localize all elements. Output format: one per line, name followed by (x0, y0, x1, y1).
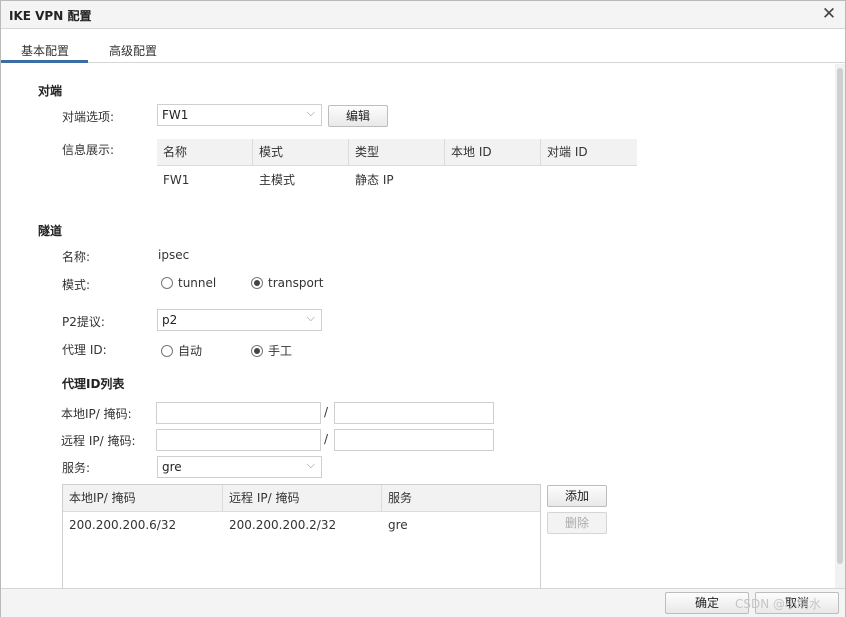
mode-tunnel-radio[interactable]: tunnel (161, 276, 216, 290)
tunnel-section-title: 隧道 (38, 224, 63, 238)
proxy-list-title: 代理ID列表 (62, 377, 125, 391)
tunnel-name-label: 名称: (62, 250, 91, 264)
peer-section-title: 对端 (38, 84, 63, 98)
column-header: 服务 (388, 491, 413, 505)
radio-checked-icon (251, 344, 263, 357)
column-header: 对端 ID (547, 145, 588, 159)
local-separator: / (324, 405, 329, 419)
peer-name-cell: FW1 (163, 173, 190, 187)
peer-mode-cell: 主模式 (259, 173, 296, 187)
local-ip-mask-label: 本地IP/ 掩码: (61, 407, 132, 421)
peer-remote-id-cell (541, 169, 637, 191)
dialog-footer: 确定 取消 CSDN @小萌水 (1, 588, 845, 617)
column-header: 类型 (349, 139, 445, 166)
column-header: 远程 IP/ 掩码 (223, 485, 382, 512)
active-tab-indicator (1, 60, 88, 63)
ok-button[interactable]: 确定 (665, 592, 749, 614)
peer-info-header: 名称 模式 类型 本地 ID 对端 ID (157, 139, 637, 166)
dialog-title: IKE VPN 配置 (9, 9, 92, 23)
mode-transport-radio[interactable]: transport (251, 276, 323, 290)
add-proxy-button[interactable]: 添加 (547, 485, 607, 507)
peer-option-label: 对端选项: (62, 110, 115, 124)
content-area: 对端 对端选项: FW1 ⌵ 编辑 信息展示: 名称 模式 类型 本地 ID 对… (1, 64, 835, 588)
mode-tunnel-label: tunnel (178, 276, 217, 290)
tab-bar: 基本配置 高级配置 (1, 29, 845, 63)
close-icon[interactable]: ✕ (821, 5, 837, 23)
column-header: 模式 (253, 139, 349, 166)
title-bar: IKE VPN 配置 ✕ (1, 1, 845, 29)
chevron-down-icon: ⌵ (306, 311, 315, 324)
peer-type-cell: 静态 IP (355, 173, 394, 187)
tunnel-mode-label: 模式: (62, 278, 91, 292)
row-service-cell: gre (388, 518, 408, 532)
info-display-label: 信息展示: (62, 143, 115, 157)
remote-ip-input[interactable] (156, 429, 321, 451)
column-header: 本地 ID (445, 139, 541, 166)
chevron-down-icon: ⌵ (306, 106, 315, 119)
local-mask-input[interactable] (334, 402, 494, 424)
p2-proposal-label: P2提议: (62, 315, 105, 329)
mode-transport-label: transport (268, 276, 324, 290)
proxy-id-table: 本地IP/ 掩码 远程 IP/ 掩码 服务 200.200.200.6/32 2… (62, 484, 541, 588)
proxy-id-auto-radio[interactable]: 自动 (161, 342, 202, 359)
scrollbar-thumb[interactable] (837, 68, 843, 564)
service-select[interactable]: gre ⌵ (157, 456, 322, 478)
remote-separator: / (324, 432, 329, 446)
proxy-id-manual-radio[interactable]: 手工 (251, 342, 292, 359)
peer-option-value: FW1 (162, 108, 189, 122)
edit-peer-button[interactable]: 编辑 (328, 105, 388, 127)
cancel-button[interactable]: 取消 (755, 592, 839, 614)
proxy-id-auto-label: 自动 (178, 344, 203, 358)
column-header: 本地IP/ 掩码 (63, 485, 223, 512)
remote-mask-input[interactable] (334, 429, 494, 451)
proxy-id-manual-label: 手工 (268, 344, 293, 358)
radio-unchecked-icon (161, 344, 173, 357)
ike-vpn-dialog: IKE VPN 配置 ✕ 基本配置 高级配置 对端 对端选项: FW1 ⌵ 编辑… (0, 0, 846, 617)
radio-checked-icon (251, 277, 263, 289)
local-ip-input[interactable] (156, 402, 321, 424)
p2-proposal-select[interactable]: p2 ⌵ (157, 309, 322, 331)
radio-unchecked-icon (161, 277, 173, 289)
proxy-id-label: 代理 ID: (62, 343, 107, 357)
tab-advanced-config[interactable]: 高级配置 (109, 42, 157, 59)
peer-local-id-cell (445, 169, 541, 191)
tunnel-name-value: ipsec (158, 248, 190, 262)
p2-proposal-value: p2 (162, 313, 178, 327)
row-local-ip-cell: 200.200.200.6/32 (69, 518, 177, 532)
vertical-scrollbar[interactable] (835, 64, 845, 588)
peer-option-select[interactable]: FW1 ⌵ (157, 104, 322, 126)
row-remote-ip-cell: 200.200.200.2/32 (229, 518, 337, 532)
remote-ip-mask-label: 远程 IP/ 掩码: (61, 434, 136, 448)
delete-proxy-button[interactable]: 删除 (547, 512, 607, 534)
service-label: 服务: (62, 461, 91, 475)
chevron-down-icon: ⌵ (306, 458, 315, 471)
service-value: gre (162, 460, 182, 474)
tab-basic-config[interactable]: 基本配置 (21, 42, 69, 59)
proxy-table-header: 本地IP/ 掩码 远程 IP/ 掩码 服务 (63, 485, 540, 512)
column-header: 名称 (157, 139, 253, 166)
